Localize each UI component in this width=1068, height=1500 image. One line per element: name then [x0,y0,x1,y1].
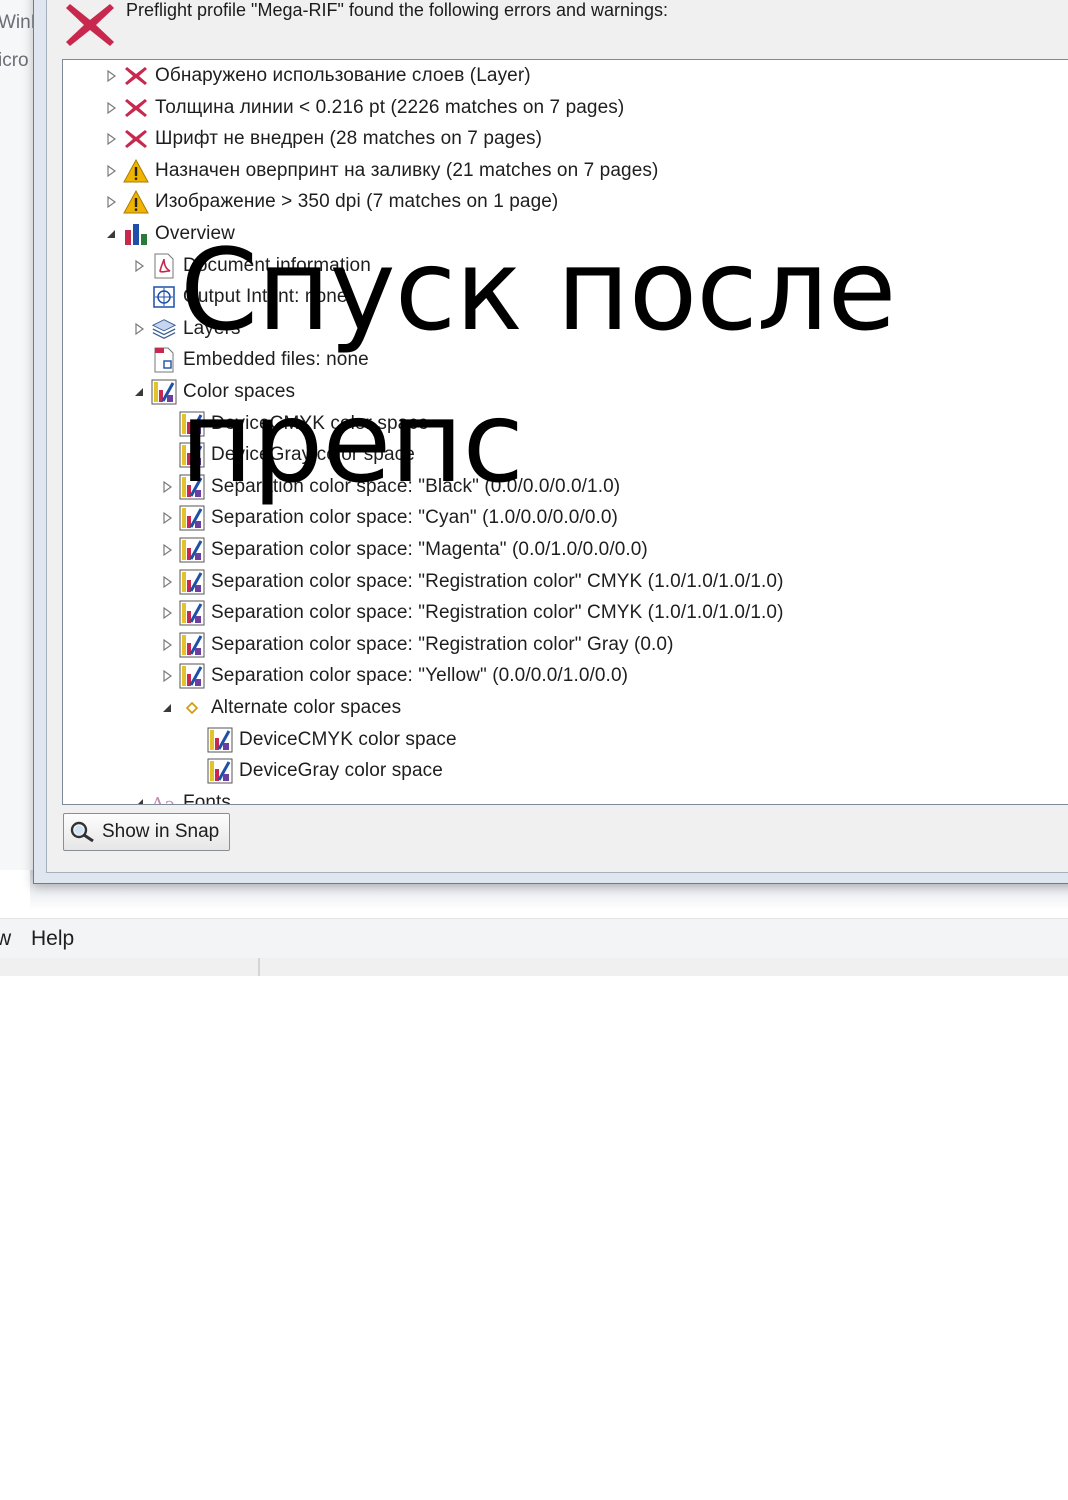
collapsed-arrow-icon[interactable] [159,668,175,684]
color-space-icon [179,663,205,689]
color-space-icon [207,727,233,753]
color-space-icon [179,632,205,658]
tree-item[interactable]: Назначен оверпринт на заливку (21 matche… [103,156,658,186]
tree-item-label: Alternate color spaces [211,697,402,718]
tree-item[interactable]: Aa Fonts [131,788,232,805]
menu-item-help[interactable]: Help [31,927,74,951]
pdf-document-icon [151,253,177,279]
tree-item[interactable]: Separation color space: "Magenta" (0.0/1… [159,535,648,565]
overlay-line-2: препс [180,378,524,508]
menu-item-view[interactable]: w [0,927,11,951]
color-space-icon [151,379,177,405]
warning-icon [123,158,149,184]
embedded-file-icon [151,347,177,373]
tree-item[interactable]: Separation color space: "Registration co… [159,630,674,660]
diamond-bullet-icon [179,695,205,721]
tree-item[interactable]: Separation color space: "Yellow" (0.0/0.… [159,661,628,691]
collapsed-arrow-icon[interactable] [103,163,119,179]
fonts-icon: Aa [151,790,177,805]
tree-item[interactable]: Изображение > 350 dpi (7 matches on 1 pa… [103,187,558,217]
collapsed-arrow-icon[interactable] [159,542,175,558]
tree-item-label: Обнаружено использование слоев (Layer) [155,65,531,86]
tree-item[interactable]: DeviceGray color space [187,756,443,786]
color-space-icon [207,758,233,784]
expanded-arrow-icon[interactable] [159,700,175,716]
tree-item[interactable]: Толщина линии < 0.216 pt (2226 matches o… [103,93,624,123]
overview-chart-icon [123,221,149,247]
collapsed-arrow-icon[interactable] [159,510,175,526]
tree-item-label: Шрифт не внедрен (28 matches on 7 pages) [155,128,543,150]
collapsed-arrow-icon[interactable] [159,637,175,653]
collapsed-arrow-icon[interactable] [159,479,175,495]
tree-item-label: Separation color space: "Registration co… [211,633,674,655]
collapsed-arrow-icon[interactable] [103,100,119,116]
layers-icon [151,316,177,342]
error-x-icon [123,63,149,89]
collapsed-arrow-icon[interactable] [131,321,147,337]
tree-item[interactable]: Alternate color spaces [159,693,401,723]
expanded-arrow-icon[interactable] [131,384,147,400]
tree-item[interactable]: Separation color space: "Registration co… [159,598,784,628]
show-in-snap-label: Show in Snap [102,821,220,842]
tree-item-label: DeviceGray color space [239,760,443,782]
error-x-icon [123,95,149,121]
warning-icon [123,189,149,215]
color-space-icon [179,537,205,563]
tree-item-label: Назначен оверпринт на заливку (21 matche… [155,159,659,181]
magnifier-icon [70,821,94,843]
tree-item-label: Separation color space: "Yellow" (0.0/0.… [211,665,629,687]
expanded-arrow-icon[interactable] [131,795,147,804]
error-x-icon [66,4,114,46]
color-space-icon [179,600,205,626]
dialog-header: Preflight profile "Mega-RIF" found the f… [126,0,669,20]
color-space-icon [179,569,205,595]
output-intent-icon [151,284,177,310]
tree-item[interactable]: DeviceCMYK color space [187,725,457,755]
tree-item-label: Fonts [183,791,232,805]
collapsed-arrow-icon[interactable] [103,68,119,84]
collapsed-arrow-icon[interactable] [103,194,119,210]
overlay-caption: Спуск после препс [180,215,896,519]
tree-item-label: DeviceCMYK color space [239,728,457,750]
tree-item[interactable]: Шрифт не внедрен (28 matches on 7 pages) [103,124,542,154]
collapsed-arrow-icon[interactable] [159,605,175,621]
tree-item-label: Изображение > 350 dpi (7 matches on 1 pa… [155,191,559,213]
tree-item-label: Separation color space: "Magenta" (0.0/1… [211,539,648,560]
tree-item[interactable]: Обнаружено использование слоев (Layer) [103,61,531,91]
tree-item[interactable]: Separation color space: "Registration co… [159,567,784,597]
show-in-snap-button[interactable]: Show in Snap [63,813,230,851]
tree-item-label: Separation color space: "Registration co… [211,570,784,592]
tree-item-label: Толщина линии < 0.216 pt (2226 matches o… [155,96,625,118]
menu-bar: w Help [0,918,1068,960]
svg-text:Aa: Aa [151,794,175,805]
toolbar-strip [0,958,1068,976]
pane-divider [258,958,260,976]
error-x-icon [123,126,149,152]
collapsed-arrow-icon[interactable] [131,258,147,274]
tree-item-label: Separation color space: "Registration co… [211,602,784,624]
background-window-text: icro [0,50,29,71]
overlay-line-1: Спуск после [180,226,896,356]
collapsed-arrow-icon[interactable] [159,574,175,590]
expanded-arrow-icon[interactable] [103,226,119,242]
collapsed-arrow-icon[interactable] [103,131,119,147]
